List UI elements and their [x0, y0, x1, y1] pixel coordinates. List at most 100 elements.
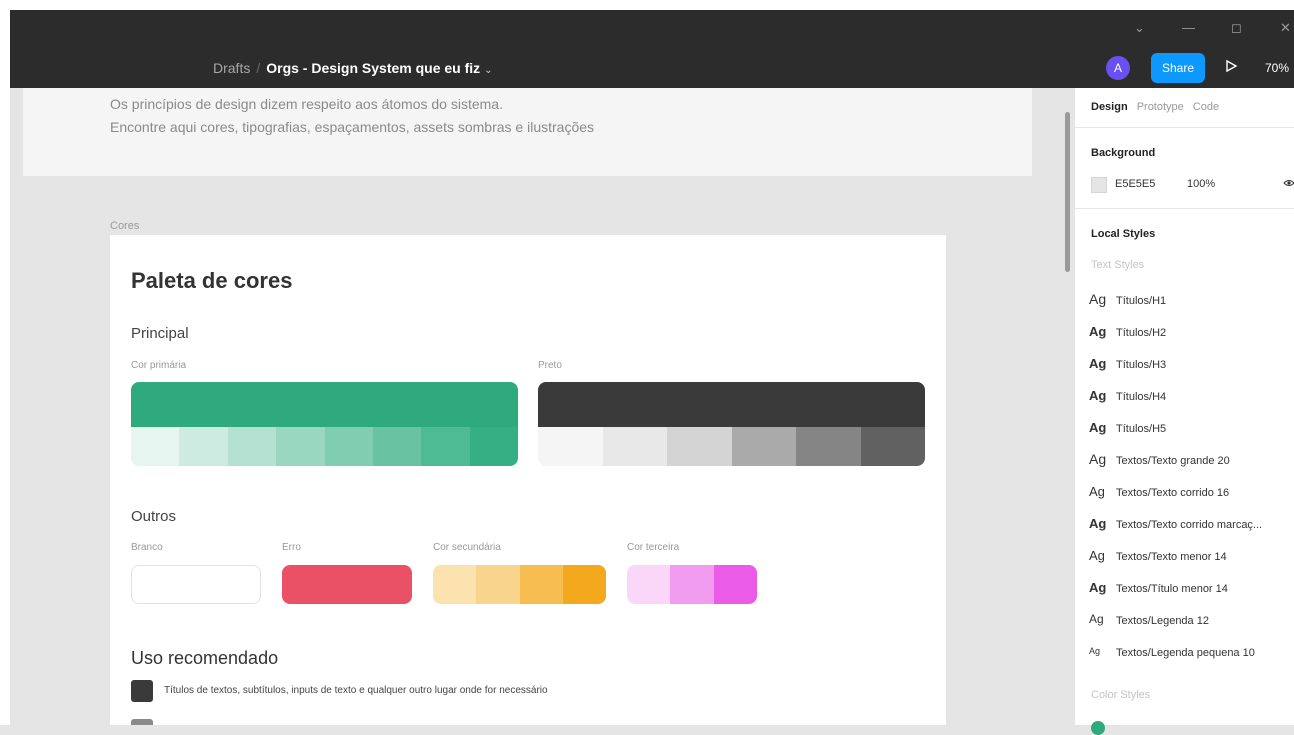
- play-icon[interactable]: [1224, 59, 1238, 78]
- avatar[interactable]: A: [1106, 56, 1130, 80]
- text-style-preview: Ag: [1089, 515, 1107, 531]
- black-shade: [602, 427, 667, 466]
- background-hex[interactable]: E5E5E5: [1115, 178, 1155, 190]
- toolbar: Drafts / Orgs - Design System que eu fiz ⌄ …: [10, 48, 1294, 88]
- black-swatch[interactable]: [538, 382, 925, 466]
- tab-design[interactable]: Design: [1091, 101, 1128, 113]
- text-style-label: Títulos/H3: [1116, 359, 1167, 371]
- text-style-item[interactable]: Ag Textos/Legenda pequena 10: [1089, 643, 1289, 663]
- text-style-label: Textos/Texto corrido marcaç...: [1116, 519, 1263, 531]
- cores-frame[interactable]: Paleta de cores Principal Cor primária P…: [110, 235, 946, 725]
- intro-text-line-2: Encontre aqui cores, tipografias, espaça…: [110, 119, 595, 135]
- chevron-down-icon[interactable]: ⌄: [484, 65, 492, 76]
- tertiary-swatch[interactable]: [627, 565, 757, 604]
- primary-shade: [324, 427, 373, 466]
- text-style-label: Textos/Título menor 14: [1116, 583, 1228, 595]
- file-name[interactable]: Orgs - Design System que eu fiz: [266, 60, 480, 76]
- white-label: Branco: [131, 542, 163, 553]
- divider: [1075, 127, 1294, 128]
- text-style-label: Textos/Texto grande 20: [1116, 455, 1230, 467]
- text-style-item[interactable]: Ag Textos/Texto menor 14: [1089, 547, 1289, 567]
- share-button[interactable]: Share: [1151, 53, 1205, 83]
- color-style-dot[interactable]: [1091, 721, 1105, 735]
- text-style-item[interactable]: Ag Textos/Texto corrido 16: [1089, 483, 1289, 503]
- tertiary-shade: [670, 565, 714, 604]
- canvas[interactable]: Os princípios de design dizem respeito a…: [10, 88, 1062, 725]
- background-opacity[interactable]: 100%: [1187, 178, 1215, 190]
- background-heading: Background: [1091, 147, 1156, 159]
- frame-label[interactable]: Cores: [110, 220, 139, 232]
- secondary-label: Cor secundária: [433, 542, 501, 553]
- black-shade: [667, 427, 732, 466]
- uso-color-square: [131, 680, 153, 702]
- local-styles-heading: Local Styles: [1091, 228, 1156, 240]
- text-style-label: Textos/Texto corrido 16: [1116, 487, 1230, 499]
- text-style-label: Títulos/H2: [1116, 327, 1167, 339]
- primary-shade: [179, 427, 228, 466]
- primary-shades-row: [131, 427, 518, 466]
- intro-card: Os princípios de design dizem respeito a…: [23, 88, 1032, 176]
- tertiary-label: Cor terceira: [627, 542, 680, 553]
- text-style-item[interactable]: Ag Títulos/H2: [1089, 323, 1289, 343]
- text-style-item[interactable]: Ag Títulos/H3: [1089, 355, 1289, 375]
- breadcrumb-separator: /: [256, 60, 261, 76]
- text-style-item[interactable]: Ag Títulos/H5: [1089, 419, 1289, 439]
- text-style-item[interactable]: Ag Textos/Legenda 12: [1089, 611, 1289, 631]
- error-swatch[interactable]: [282, 565, 412, 604]
- collapse-icon[interactable]: ⌄: [1134, 20, 1145, 36]
- breadcrumb: Drafts / Orgs - Design System que eu fiz ⌄: [213, 60, 493, 76]
- tertiary-shade: [627, 565, 671, 604]
- text-style-label: Títulos/H1: [1116, 295, 1167, 307]
- error-label: Erro: [282, 542, 301, 553]
- text-style-item[interactable]: Ag Textos/Título menor 14: [1089, 579, 1289, 599]
- primary-swatch[interactable]: [131, 382, 518, 466]
- maximize-icon[interactable]: ◻: [1231, 20, 1242, 36]
- text-style-preview: Ag: [1089, 612, 1104, 626]
- primary-shade: [469, 427, 518, 466]
- outros-heading: Outros: [131, 508, 177, 525]
- breadcrumb-drafts[interactable]: Drafts: [213, 60, 250, 76]
- window-titlebar: ⌄ — ◻ ✕: [10, 10, 1294, 48]
- secondary-swatch[interactable]: [433, 565, 606, 604]
- text-style-item[interactable]: Ag Textos/Texto grande 20: [1089, 451, 1289, 471]
- text-style-item[interactable]: Ag Textos/Texto corrido marcaç...: [1089, 515, 1289, 535]
- text-style-preview: Ag: [1089, 291, 1107, 307]
- text-style-item[interactable]: Ag Títulos/H4: [1089, 387, 1289, 407]
- eye-icon[interactable]: [1283, 178, 1294, 191]
- close-icon[interactable]: ✕: [1280, 20, 1291, 36]
- black-shade: [860, 427, 925, 466]
- text-style-label: Textos/Legenda 12: [1116, 615, 1209, 627]
- text-style-preview: Ag: [1089, 323, 1107, 339]
- canvas-scrollbar[interactable]: [1065, 112, 1070, 272]
- text-style-preview: Ag: [1089, 483, 1105, 499]
- primary-main-color: [131, 382, 518, 427]
- secondary-shade: [562, 565, 606, 604]
- uso-heading: Uso recomendado: [131, 648, 279, 668]
- black-shade: [796, 427, 861, 466]
- color-styles-heading: Color Styles: [1091, 689, 1151, 701]
- primary-shade: [421, 427, 470, 466]
- text-style-item[interactable]: Ag Títulos/H1: [1089, 291, 1289, 311]
- panel-tabs: Design Prototype Code: [1091, 101, 1228, 113]
- tab-prototype[interactable]: Prototype: [1137, 101, 1184, 113]
- text-style-label: Textos/Texto menor 14: [1116, 551, 1227, 563]
- secondary-shade: [433, 565, 477, 604]
- text-style-label: Títulos/H5: [1116, 423, 1167, 435]
- black-label: Preto: [538, 360, 562, 371]
- tertiary-shade: [713, 565, 757, 604]
- secondary-shade: [519, 565, 563, 604]
- primary-shade: [227, 427, 277, 466]
- uso-text: Títulos de textos, subtítulos, inputs de…: [164, 685, 548, 696]
- primary-shade: [131, 427, 180, 466]
- white-swatch[interactable]: [131, 565, 261, 604]
- text-style-preview: Ag: [1089, 355, 1107, 371]
- black-main-color: [538, 382, 925, 427]
- uso-color-square: [131, 719, 153, 725]
- zoom-level[interactable]: 70%: [1265, 61, 1289, 75]
- minimize-icon[interactable]: —: [1182, 20, 1195, 35]
- text-style-preview: Ag: [1089, 579, 1107, 595]
- background-swatch[interactable]: [1091, 177, 1107, 193]
- tab-code[interactable]: Code: [1193, 101, 1219, 113]
- text-styles-heading: Text Styles: [1091, 259, 1145, 271]
- text-style-label: Títulos/H4: [1116, 391, 1167, 403]
